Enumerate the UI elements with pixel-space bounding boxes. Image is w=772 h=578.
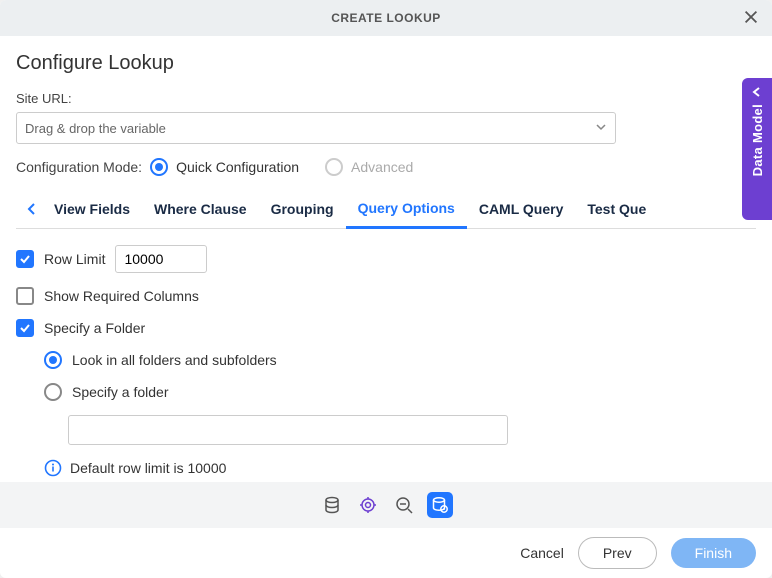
checkbox-row-limit[interactable] (16, 250, 34, 268)
site-url-select[interactable]: Drag & drop the variable (16, 112, 616, 144)
specify-folder-label: Specify a Folder (44, 320, 145, 336)
tab-caml-query[interactable]: CAML Query (467, 191, 576, 227)
radio-specify-folder[interactable] (44, 383, 62, 401)
dialog-title: CREATE LOOKUP (331, 11, 441, 25)
folder-path-input[interactable] (68, 415, 508, 445)
chevron-left-icon[interactable] (22, 202, 42, 216)
radio-quick-config[interactable] (150, 158, 168, 176)
dialog-content: Configure Lookup Site URL: Drag & drop t… (0, 36, 772, 482)
gear-target-icon[interactable] (355, 492, 381, 518)
side-tab-label: Data Model (750, 104, 765, 176)
dialog-titlebar: CREATE LOOKUP (0, 0, 772, 36)
database-config-icon[interactable] (427, 492, 453, 518)
tab-view-fields[interactable]: View Fields (42, 191, 142, 227)
site-url-label: Site URL: (16, 91, 756, 106)
data-model-side-tab[interactable]: Data Model (742, 78, 772, 220)
caret-down-icon (595, 121, 607, 133)
advanced-label: Advanced (351, 159, 413, 175)
radio-advanced[interactable] (325, 158, 343, 176)
info-icon (44, 459, 62, 477)
checkbox-specify-folder[interactable] (16, 319, 34, 337)
quick-config-label: Quick Configuration (176, 159, 299, 175)
tab-grouping[interactable]: Grouping (259, 191, 346, 227)
row-limit-label: Row Limit (44, 251, 105, 267)
footer-buttons: Cancel Prev Finish (0, 528, 772, 578)
site-url-placeholder: Drag & drop the variable (25, 121, 166, 136)
row-limit-input[interactable] (115, 245, 207, 273)
page-heading: Configure Lookup (16, 52, 756, 75)
close-icon[interactable] (742, 8, 762, 28)
info-text: Default row limit is 10000 (70, 460, 226, 476)
cancel-button[interactable]: Cancel (520, 545, 564, 561)
chevron-left-side-icon (751, 86, 763, 98)
radio-look-all-folders[interactable] (44, 351, 62, 369)
config-mode-label: Configuration Mode: (16, 159, 142, 175)
tab-query-options[interactable]: Query Options (346, 190, 467, 229)
specify-folder-option-label: Specify a folder (72, 384, 169, 400)
folder-sub-options: Look in all folders and subfolders Speci… (16, 351, 756, 477)
database-icon[interactable] (319, 492, 345, 518)
tab-where-clause[interactable]: Where Clause (142, 191, 259, 227)
look-all-label: Look in all folders and subfolders (72, 352, 277, 368)
prev-button[interactable]: Prev (578, 537, 657, 569)
show-required-label: Show Required Columns (44, 288, 199, 304)
zoom-out-icon[interactable] (391, 492, 417, 518)
tabs-row: View Fields Where Clause Grouping Query … (16, 190, 756, 229)
checkbox-show-required[interactable] (16, 287, 34, 305)
create-lookup-dialog: CREATE LOOKUP Configure Lookup Site URL:… (0, 0, 772, 578)
query-options-panel: Row Limit Show Required Columns Specify … (16, 229, 756, 477)
footer-icon-bar (0, 482, 772, 528)
finish-button[interactable]: Finish (671, 538, 756, 568)
tab-test-que[interactable]: Test Que (575, 191, 658, 227)
